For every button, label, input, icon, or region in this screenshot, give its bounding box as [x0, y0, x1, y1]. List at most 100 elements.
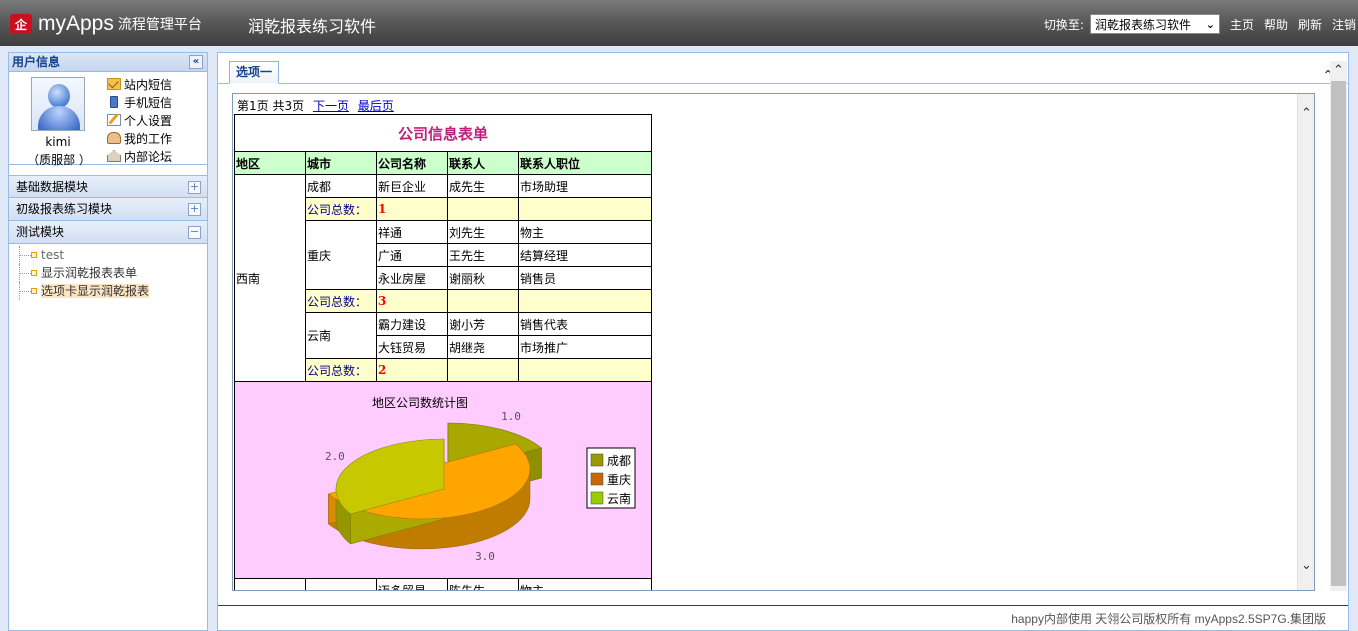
app-switch-value: 润乾报表练习软件 — [1094, 17, 1191, 32]
logo: 企 myApps 流程管理平台 — [10, 12, 202, 36]
brand-subtitle: 流程管理平台 — [117, 17, 202, 33]
leaf-icon — [31, 288, 37, 294]
empty-cell — [447, 289, 519, 313]
user-info-title: 用户信息 — [12, 55, 61, 69]
city-cell: 成都 — [305, 174, 377, 198]
company-cell: 新巨企业 — [376, 174, 448, 198]
logout-link[interactable]: 注销 — [1332, 16, 1356, 33]
phone-icon — [110, 96, 118, 108]
company-cell: 霸力建设 — [376, 312, 448, 336]
subtotal-count: 3 — [376, 289, 448, 313]
tab-option-one[interactable]: 选项一 — [229, 61, 280, 84]
city-cell: 云南 — [305, 312, 377, 359]
tree-item-tab-report[interactable]: 选项卡显示润乾报表 — [9, 282, 207, 300]
legend-label: 重庆 — [607, 473, 631, 487]
table-row: 西南 成都 新巨企业 成先生 市场助理 — [234, 174, 652, 382]
help-link[interactable]: 帮助 — [1264, 16, 1288, 33]
empty-cell — [447, 197, 519, 221]
company-cell: 迈多贸易 — [376, 578, 448, 590]
avatar-head-icon — [48, 84, 70, 108]
empty-cell — [518, 289, 652, 313]
contact-cell: 王先生 — [447, 243, 519, 267]
table-row: 迈多贸易 陈先生 物主 — [234, 578, 652, 590]
empty-cell — [234, 578, 306, 590]
col-header: 联系人 — [447, 151, 519, 175]
home-icon — [107, 150, 121, 162]
city-cell: 重庆 — [305, 220, 377, 290]
chevron-down-icon: ⌄ — [1205, 17, 1215, 31]
module-report-practice[interactable]: 初级报表练习模块 + — [9, 198, 207, 221]
my-work-link[interactable]: 我的工作 — [107, 129, 172, 147]
user-panel: kimi （质服部 ） 站内短信 手机短信 个人设置 我的工作 内部论坛 — [9, 72, 207, 167]
contact-cell: 谢小芳 — [447, 312, 519, 336]
position-cell: 物主 — [518, 220, 652, 244]
site-message-label: 站内短信 — [124, 77, 173, 92]
contact-cell: 谢丽秋 — [447, 266, 519, 290]
forum-link[interactable]: 内部论坛 — [107, 147, 172, 165]
edit-icon — [107, 114, 121, 126]
empty-cell — [518, 358, 652, 382]
contact-cell: 胡继尧 — [447, 335, 519, 359]
chart-title: 地区公司数统计图 — [372, 395, 468, 410]
col-header: 公司名称 — [376, 151, 448, 175]
position-cell: 市场推广 — [518, 335, 652, 359]
app-title: 润乾报表练习软件 — [248, 17, 377, 36]
outer-scrollbar[interactable]: ⌃ — [1330, 61, 1347, 591]
footer-copyright: happy内部使用 天翎公司版权所有 myApps2.5SP7G.集团版 — [1011, 612, 1326, 626]
module-basic-data[interactable]: 基础数据模块 + — [9, 175, 207, 198]
scroll-down-icon[interactable]: ⌄ — [1301, 558, 1312, 573]
logo-mark-icon: 企 — [10, 14, 32, 34]
scrollbar-thumb[interactable] — [1331, 81, 1346, 586]
tree-item-label: 显示润乾报表表单 — [41, 266, 138, 280]
subtotal-label: 公司总数： — [305, 358, 377, 382]
module-label: 测试模块 — [16, 225, 65, 239]
app-switch-select[interactable]: 润乾报表练习软件 ⌄ — [1089, 14, 1220, 34]
expand-icon[interactable]: + — [188, 203, 201, 216]
refresh-link[interactable]: 刷新 — [1298, 16, 1322, 33]
last-page-link[interactable]: 最后页 — [358, 99, 394, 113]
empty-cell — [305, 578, 377, 590]
module-label: 基础数据模块 — [16, 180, 89, 194]
empty-cell — [447, 358, 519, 382]
inner-scrollbar[interactable]: ⌃ ⌄ — [1297, 94, 1314, 590]
module-test[interactable]: 测试模块 − — [9, 221, 207, 244]
company-cell: 大钰贸易 — [376, 335, 448, 359]
scroll-up-icon[interactable]: ⌃ — [1301, 106, 1312, 121]
col-header: 联系人职位 — [518, 151, 652, 175]
report-title: 公司信息表单 — [234, 114, 652, 152]
user-name: kimi — [45, 135, 71, 149]
position-cell: 销售代表 — [518, 312, 652, 336]
user-links: 站内短信 手机短信 个人设置 我的工作 内部论坛 — [107, 75, 172, 165]
pie-value-label: 3.0 — [475, 550, 495, 563]
switch-label: 切换至: — [1043, 17, 1084, 32]
tree-item-test[interactable]: test — [9, 246, 207, 264]
collapse-icon[interactable]: − — [188, 226, 201, 239]
leaf-icon — [31, 252, 37, 258]
position-cell: 市场助理 — [518, 174, 652, 198]
home-link[interactable]: 主页 — [1230, 16, 1254, 33]
company-cell: 广通 — [376, 243, 448, 267]
position-cell: 物主 — [518, 578, 652, 590]
chart-cell: 地区公司数统计图 1.0 3.0 2.0 成都 重庆 云南 — [234, 381, 652, 579]
pie-value-label: 1.0 — [501, 410, 521, 423]
scroll-up-icon[interactable]: ⌃ — [1333, 63, 1344, 78]
subtotal-label: 公司总数： — [305, 197, 377, 221]
total-pages: 共3页 — [272, 99, 305, 113]
site-message-link[interactable]: 站内短信 — [107, 75, 172, 93]
report-header-row: 地区 城市 公司名称 联系人 联系人职位 — [234, 151, 652, 175]
personal-settings-link[interactable]: 个人设置 — [107, 111, 172, 129]
legend-swatch — [590, 453, 604, 467]
tree-item-report-form[interactable]: 显示润乾报表表单 — [9, 264, 207, 282]
sms-link[interactable]: 手机短信 — [107, 93, 172, 111]
user-info-header: 用户信息 « — [9, 53, 207, 72]
expand-icon[interactable]: + — [188, 181, 201, 194]
next-page-link[interactable]: 下一页 — [313, 99, 349, 113]
footer: happy内部使用 天翎公司版权所有 myApps2.5SP7G.集团版 — [218, 605, 1348, 630]
legend-swatch — [590, 472, 604, 486]
leaf-icon — [31, 270, 37, 276]
module-label: 初级报表练习模块 — [16, 202, 113, 216]
legend-label: 成都 — [607, 454, 631, 468]
my-work-label: 我的工作 — [124, 131, 173, 146]
collapse-sidebar-icon[interactable]: « — [189, 55, 203, 69]
col-header: 城市 — [305, 151, 377, 175]
